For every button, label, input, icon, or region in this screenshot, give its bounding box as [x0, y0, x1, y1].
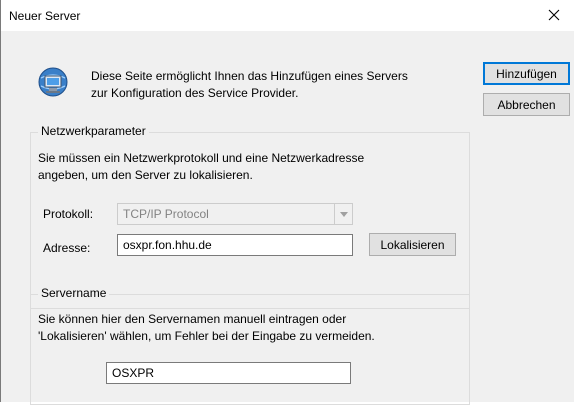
- dialog-content: Diese Seite ermöglicht Ihnen das Hinzufü…: [1, 31, 574, 405]
- protocol-select[interactable]: TCP/IP Protocol: [117, 203, 353, 225]
- close-icon: [548, 9, 560, 21]
- cancel-button[interactable]: Abbrechen: [483, 93, 570, 116]
- intro-text: Diese Seite ermöglicht Ihnen das Hinzufü…: [91, 68, 471, 102]
- servername-input[interactable]: OSXPR: [106, 362, 351, 384]
- close-button[interactable]: [532, 0, 575, 30]
- locate-button-label: Lokalisieren: [380, 237, 445, 252]
- add-button[interactable]: Hinzufügen: [483, 62, 570, 85]
- locate-button[interactable]: Lokalisieren: [369, 233, 456, 256]
- servername-value: OSXPR: [112, 366, 155, 380]
- dialog-title: Neuer Server: [9, 9, 81, 23]
- servername-description-line-1: Sie können hier den Servernamen manuell …: [38, 312, 347, 326]
- chevron-down-icon: [339, 211, 348, 217]
- intro-line-1: Diese Seite ermöglicht Ihnen das Hinzufü…: [91, 69, 408, 83]
- protocol-value: TCP/IP Protocol: [123, 207, 209, 221]
- servername-description: Sie können hier den Servernamen manuell …: [38, 311, 375, 345]
- network-description-line-2: angeben, um den Server zu lokalisieren.: [38, 168, 253, 182]
- network-description-line-1: Sie müssen ein Netzwerkprotokoll und ein…: [38, 151, 365, 165]
- address-input[interactable]: osxpr.fon.hhu.de: [117, 234, 353, 256]
- dialog-window: Neuer Server Diese Seite ermöglicht Ihne…: [0, 0, 575, 405]
- intro-line-2: zur Konfiguration des Service Provider.: [91, 86, 299, 100]
- address-label: Adresse:: [43, 241, 91, 255]
- network-server-icon: [38, 67, 68, 97]
- servername-title: Servername: [38, 286, 110, 300]
- title-bar[interactable]: Neuer Server: [1, 0, 575, 31]
- network-description: Sie müssen ein Netzwerkprotokoll und ein…: [38, 150, 364, 184]
- dropdown-arrow[interactable]: [334, 204, 352, 224]
- cancel-button-label: Abbrechen: [497, 97, 556, 112]
- servername-description-line-2: 'Lokalisieren' wählen, um Fehler bei der…: [38, 329, 375, 343]
- network-parameters-title: Netzwerkparameter: [38, 124, 149, 138]
- address-value: osxpr.fon.hhu.de: [123, 238, 212, 252]
- protocol-label: Protokoll:: [43, 207, 94, 221]
- add-button-label: Hinzufügen: [496, 66, 557, 81]
